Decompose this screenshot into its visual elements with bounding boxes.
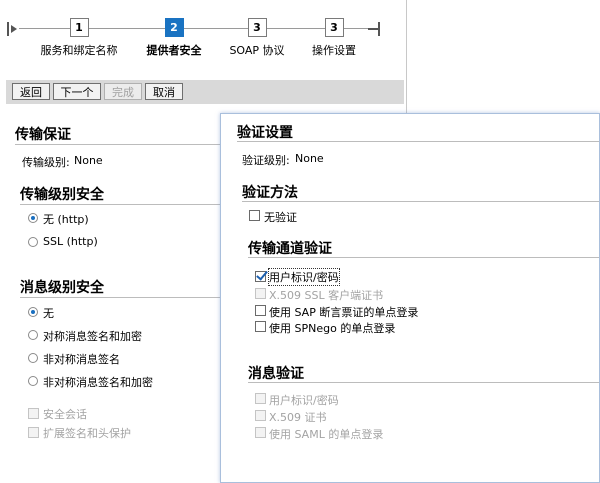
radio-msg-asymmetric-sign[interactable] [28,353,38,363]
radio-msg-asymmetric-sign-encrypt[interactable] [28,376,38,386]
radio-msg-none[interactable] [28,307,38,317]
wizard-step-2[interactable]: 2 提供者安全 [129,18,219,58]
message-auth-heading: 消息验证 [248,366,304,382]
transport-guarantee-heading: 传输保证 [15,127,71,143]
auth-level-value: None [295,152,324,165]
step-label: 服务和绑定名称 [40,44,118,57]
sap-assertion-ticket-label: 使用 SAP 断言票证的单点登录 [269,306,419,319]
back-button[interactable]: 返回 [12,83,50,100]
step-number: 1 [69,18,89,37]
radio-no-http[interactable] [28,213,38,223]
secure-session-label: 安全会话 [43,408,87,421]
transport-level-security-heading: 传输级别安全 [20,187,104,203]
radio-msg-asymmetric-sign-encrypt-label: 非对称消息签名和加密 [43,376,153,389]
radio-msg-asymmetric-sign-label: 非对称消息签名 [43,353,120,366]
x509-ssl-cert-checkbox[interactable] [255,288,266,299]
wizard-step-1[interactable]: 1 服务和绑定名称 [34,18,124,58]
x509-cert-checkbox[interactable] [255,410,266,421]
radio-ssl-http-label: SSL (http) [43,235,98,248]
step-label: 操作设置 [312,44,356,57]
transport-userid-password-label: 用户标识/密码 [268,268,340,286]
divider [248,382,599,383]
wizard-toolbar: 返回 下一个 完成 取消 [6,80,404,104]
transport-level-label: 传输级别: [22,156,70,169]
sap-assertion-ticket-checkbox[interactable] [255,305,266,316]
saml-sso-label: 使用 SAML 的单点登录 [269,428,384,441]
spnego-sso-checkbox[interactable] [255,321,266,332]
x509-ssl-cert-label: X.509 SSL 客户端证书 [269,289,384,302]
divider [15,144,220,145]
step-number: 3 [324,18,344,37]
no-auth-checkbox[interactable] [249,210,260,221]
divider [20,297,220,298]
auth-method-heading: 验证方法 [242,185,298,201]
cancel-button[interactable]: 取消 [145,83,183,100]
transport-level-value: None [74,154,103,167]
transport-userid-password-checkbox[interactable] [255,271,266,282]
roadmap-start-icon [7,22,17,36]
extended-signature-label: 扩展签名和头保护 [43,427,131,440]
msg-userid-password-label: 用户标识/密码 [269,394,339,407]
step-number: 3 [247,18,267,37]
saml-sso-checkbox[interactable] [255,427,266,438]
radio-msg-symmetric[interactable] [28,330,38,340]
step-label: 提供者安全 [146,44,202,57]
wizard-roadmap: 1 服务和绑定名称 2 提供者安全 3 SOAP 协议 3 操作设置 [0,0,406,78]
step-number: 2 [164,18,184,37]
authentication-panel: 验证设置 验证级别: None 验证方法 无验证 传输通道验证 用户标识/密码 … [220,113,600,483]
message-level-security-heading: 消息级别安全 [20,280,104,296]
next-button[interactable]: 下一个 [53,83,101,100]
radio-msg-symmetric-label: 对称消息签名和加密 [43,330,142,343]
extended-signature-checkbox[interactable] [28,427,39,438]
radio-ssl-http[interactable] [28,237,38,247]
x509-cert-label: X.509 证书 [269,411,327,424]
msg-userid-password-checkbox[interactable] [255,393,266,404]
auth-level-label: 验证级别: [242,154,290,167]
divider [242,201,599,202]
wizard-step-4[interactable]: 3 操作设置 [289,18,379,58]
secure-session-checkbox[interactable] [28,408,39,419]
spnego-sso-label: 使用 SPNego 的单点登录 [269,322,396,335]
radio-msg-none-label: 无 [43,307,54,320]
no-auth-label: 无验证 [264,211,297,224]
divider [237,141,599,142]
transport-channel-auth-heading: 传输通道验证 [248,241,332,257]
divider [248,257,599,258]
finish-button[interactable]: 完成 [104,83,142,100]
divider [20,204,220,205]
auth-settings-heading: 验证设置 [237,125,293,141]
radio-no-http-label: 无 (http) [43,213,89,226]
